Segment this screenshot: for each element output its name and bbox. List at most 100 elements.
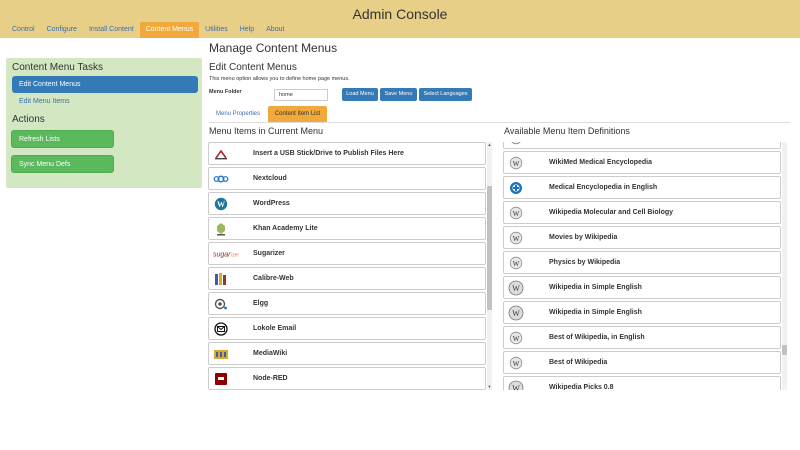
menu-folder-input[interactable] (274, 89, 328, 101)
svg-text:W: W (513, 210, 520, 218)
sidebar-item-edit-content-menus[interactable]: Edit Content Menus (12, 76, 198, 93)
list-item[interactable]: Calibre-Web (208, 267, 486, 290)
sidebar: Content Menu Tasks Edit Content Menus Ed… (6, 58, 202, 188)
list-item-label: Insert a USB Stick/Drive to Publish File… (253, 150, 404, 157)
svg-text:W: W (512, 284, 520, 293)
available-items-scroll-thumb[interactable] (782, 345, 787, 355)
wikipedia-icon: W (508, 355, 524, 371)
list-item-label: Best of Wikipedia (549, 359, 608, 366)
main-nav: Control Configure Install Content Conten… (0, 20, 290, 38)
available-items-title: Available Menu Item Definitions (504, 126, 630, 136)
nav-tab-configure[interactable]: Configure (41, 22, 83, 38)
nav-tab-about[interactable]: About (260, 22, 290, 38)
app-header: Admin Console Control Configure Install … (0, 0, 800, 38)
list-item-label: Wikipedia Molecular and Cell Biology (549, 209, 674, 216)
scroll-down-icon[interactable]: ▼ (487, 384, 492, 389)
nav-tab-help[interactable]: Help (234, 22, 260, 38)
list-item-label: Physics by Wikipedia (549, 259, 621, 266)
svg-text:W: W (513, 235, 520, 243)
svg-text:W: W (513, 335, 520, 343)
list-item-label: Medical Encyclopedia in English (549, 184, 658, 191)
nodered-icon (213, 371, 229, 387)
nav-tab-content-menus[interactable]: Content Menus (139, 22, 200, 38)
list-item-label: Sugarizer (253, 250, 285, 257)
list-item[interactable]: W Physics by Wikipedia (503, 251, 781, 274)
list-item[interactable]: W Movies by Wikipedia (503, 226, 781, 249)
list-item-label: WikiMed Medical Encyclopedia (549, 159, 653, 166)
nextcloud-icon (213, 171, 229, 187)
subtab-divider (209, 122, 790, 123)
current-menu-scroll-thumb[interactable] (487, 186, 492, 310)
list-item[interactable]: W WordPress (208, 192, 486, 215)
list-item[interactable]: W Wikipedia in Simple English (503, 301, 781, 324)
list-item[interactable]: sugar izer Sugarizer (208, 242, 486, 265)
wikipedia-icon: W (508, 255, 524, 271)
list-item-label: Nextcloud (253, 175, 287, 182)
list-item[interactable]: W Wikipedia Molecular and Cell Biology (503, 201, 781, 224)
scroll-up-icon[interactable]: ▲ (487, 142, 492, 147)
list-item[interactable]: Elgg (208, 292, 486, 315)
calibre-icon (213, 271, 229, 287)
menu-folder-label: Menu Folder (209, 89, 242, 95)
list-item[interactable]: MediaWiki (208, 342, 486, 365)
list-item[interactable]: W Best of Wikipedia (503, 351, 781, 374)
wikipedia-icon: W (508, 155, 524, 171)
page-title: Manage Content Menus (209, 41, 338, 55)
svg-text:W: W (513, 360, 520, 368)
nav-tab-install-content[interactable]: Install Content (83, 22, 140, 38)
list-item[interactable]: Lokole Email (208, 317, 486, 340)
list-item-label: Wikipedia in Simple English (549, 309, 642, 316)
medical-icon (508, 180, 524, 196)
list-item[interactable]: W Wikipedia in Simple English (503, 276, 781, 299)
tab-menu-properties[interactable]: Menu Properties (210, 106, 266, 122)
list-item-label: Movies by Wikipedia (549, 234, 618, 241)
section-title: Edit Content Menus (209, 62, 297, 73)
usb-icon (213, 146, 229, 162)
current-menu-title: Menu Items in Current Menu (209, 126, 324, 136)
wikipedia-icon: W (508, 305, 524, 321)
save-menu-button[interactable]: Save Menu (380, 88, 417, 101)
svg-text:sugar: sugar (213, 252, 231, 259)
list-item-label: Calibre-Web (253, 275, 294, 282)
current-menu-list[interactable]: Insert a USB Stick/Drive to Publish File… (208, 142, 494, 390)
refresh-lists-button[interactable]: Refresh Lists (11, 130, 114, 148)
khan-icon (213, 221, 229, 237)
wikipedia-icon: W (508, 280, 524, 296)
list-item-label: Wikipedia Picks 0.8 (549, 384, 614, 390)
list-item-label: Best of Wikipedia, in English (549, 334, 645, 341)
list-item-label: Elgg (253, 300, 269, 307)
available-items-list[interactable]: W W WikiMed Medical Encyclopedia Medical… (503, 142, 786, 390)
list-item-label: Wikipedia in Simple English (549, 284, 642, 291)
list-item[interactable]: Nextcloud (208, 167, 486, 190)
wikipedia-icon: W (508, 330, 524, 346)
list-item-label: Lokole Email (253, 325, 297, 332)
svg-text:W: W (217, 200, 225, 209)
wordpress-icon: W (213, 196, 229, 212)
list-item[interactable]: Insert a USB Stick/Drive to Publish File… (208, 142, 486, 165)
list-item-label: Node-RED (253, 375, 288, 382)
list-item[interactable]: Khan Academy Lite (208, 217, 486, 240)
sugarizer-icon: sugar izer (213, 246, 243, 262)
svg-text:izer: izer (231, 253, 239, 259)
svg-text:W: W (513, 260, 520, 268)
wikipedia-icon: W (508, 205, 524, 221)
email-icon (213, 321, 229, 337)
nav-tab-control[interactable]: Control (0, 22, 41, 38)
section-description: This menu option allows you to define ho… (209, 76, 350, 82)
list-item[interactable]: W Best of Wikipedia, in English (503, 326, 781, 349)
sidebar-item-edit-menu-items[interactable]: Edit Menu Items (12, 93, 198, 110)
load-menu-button[interactable]: Load Menu (342, 88, 378, 101)
list-item[interactable]: W Wikipedia Picks 0.8 (503, 376, 781, 390)
list-item[interactable]: W (503, 142, 781, 149)
svg-text:W: W (512, 309, 520, 318)
select-languages-button[interactable]: Select Languages (419, 88, 472, 101)
tab-content-item-list[interactable]: Content Item List (268, 106, 327, 122)
list-item[interactable]: Medical Encyclopedia in English (503, 176, 781, 199)
sidebar-actions-heading: Actions (12, 114, 45, 125)
list-item-label: WordPress (253, 200, 290, 207)
nav-tab-utilities[interactable]: Utilities (199, 22, 234, 38)
list-item[interactable]: W WikiMed Medical Encyclopedia (503, 151, 781, 174)
list-item[interactable]: Node-RED (208, 367, 486, 390)
sync-menu-defs-button[interactable]: Sync Menu Defs (11, 155, 114, 173)
svg-text:W: W (512, 384, 520, 390)
